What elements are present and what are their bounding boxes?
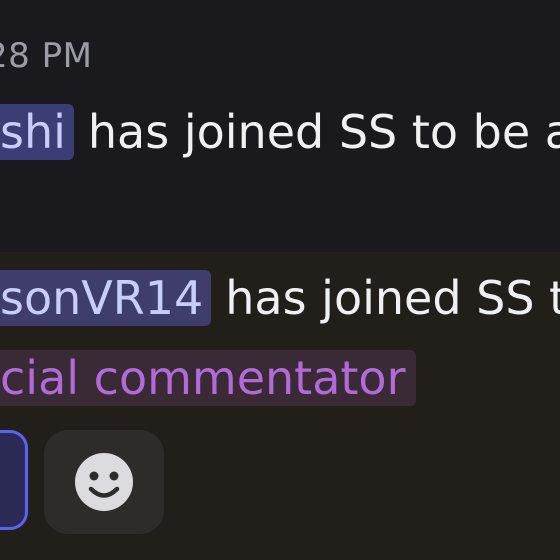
add-reaction-button[interactable] — [44, 430, 164, 534]
reaction-button[interactable] — [0, 430, 28, 530]
chat-canvas: 28 PM shihas joined SS to be a sonVR14ha… — [0, 0, 560, 560]
message-timestamp: 28 PM — [0, 36, 93, 76]
join-text: has joined SS t — [225, 271, 560, 325]
join-message-2: sonVR14 has joined SS t — [0, 270, 560, 326]
smile-face-icon — [75, 453, 133, 511]
join-message-1: shi has joined SS to be a — [0, 104, 560, 160]
user-mention[interactable]: sonVR14 — [0, 270, 212, 326]
join-text: has joined SS to be a — [87, 105, 560, 159]
role-line: cial commentator — [0, 350, 416, 406]
user-mention[interactable]: shi — [0, 104, 74, 160]
role-mention[interactable]: cial commentator — [0, 350, 416, 406]
